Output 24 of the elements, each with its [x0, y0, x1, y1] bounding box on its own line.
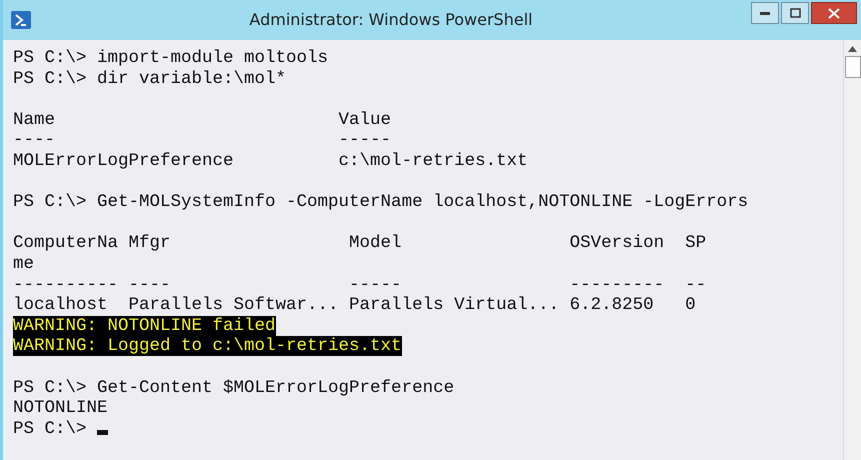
maximize-button[interactable]: [781, 2, 809, 24]
console-line: me: [13, 254, 34, 274]
console-prompt: PS C:\>: [13, 418, 87, 439]
scrollbar[interactable]: [843, 40, 861, 460]
maximize-icon: [790, 8, 800, 18]
console-line: MOLErrorLogPreference c:\mol-retries.txt: [13, 150, 528, 171]
console-line: PS C:\> import-module moltools: [13, 48, 328, 68]
console-line: PS C:\> dir variable:\mol*: [13, 68, 286, 89]
close-button[interactable]: [811, 2, 857, 24]
console-line: ---- -----: [13, 130, 392, 150]
scroll-up-icon[interactable]: [848, 46, 857, 52]
minimize-icon: [760, 11, 770, 15]
window-title: Administrator: Windows PowerShell: [248, 9, 534, 31]
console-line: localhost Parallels Softwar... Parallels Virtual... 6.2.8250 0: [13, 295, 696, 316]
close-icon: [828, 8, 840, 18]
console-line: PS C:\> Get-Content $MOLErrorLogPreference: [13, 378, 454, 398]
console-line: PS C:\> Get-MOLSystemInfo -ComputerName localhost,NOTONLINE -LogErrors: [13, 192, 748, 212]
minimize-button[interactable]: [751, 2, 779, 24]
scroll-thumb[interactable]: [844, 56, 860, 78]
console-line: ComputerNa Mfgr Model OSVersion SP: [13, 233, 706, 254]
console-line: NOTONLINE: [13, 398, 108, 418]
powershell-icon: [11, 11, 31, 29]
console-line: ---------- ---- ----- --------- --: [13, 274, 706, 295]
console-line: Name Value: [13, 110, 392, 130]
